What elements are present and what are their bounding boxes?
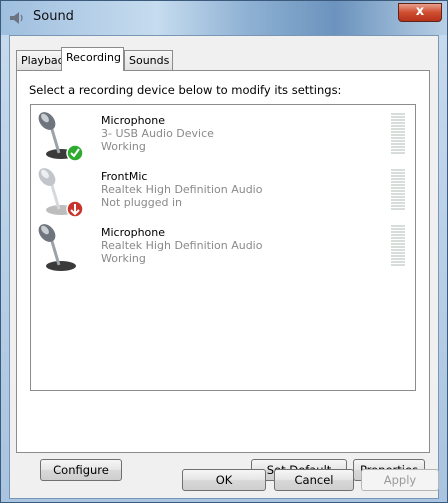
- recording-tab-panel: Select a recording device below to modif…: [16, 70, 430, 481]
- cancel-button[interactable]: Cancel: [274, 469, 354, 491]
- dialog-body: Playback Recording Sounds Select a recor…: [9, 35, 439, 499]
- device-item-realtek-microphone[interactable]: Microphone Realtek High Definition Audio…: [31, 221, 415, 279]
- microphone-icon: [38, 168, 84, 218]
- level-meter: [391, 169, 405, 213]
- device-description: Realtek High Definition Audio: [101, 239, 263, 252]
- device-status: Working: [101, 140, 146, 153]
- device-description: Realtek High Definition Audio: [101, 183, 263, 196]
- device-name: Microphone: [101, 226, 166, 239]
- device-status: Not plugged in: [101, 196, 183, 209]
- tab-playback[interactable]: Playback: [16, 50, 70, 70]
- device-description: 3- USB Audio Device: [101, 127, 214, 140]
- microphone-icon: [38, 112, 84, 162]
- close-button[interactable]: x: [398, 3, 442, 22]
- configure-button[interactable]: Configure: [40, 459, 122, 481]
- sound-dialog: Sound x Playback Recording Sounds Select…: [0, 0, 448, 503]
- apply-button[interactable]: Apply: [361, 469, 439, 491]
- device-name: Microphone: [101, 114, 166, 127]
- device-list: Microphone 3- USB Audio Device Working F…: [30, 104, 416, 391]
- device-status: Working: [101, 252, 146, 265]
- level-meter: [391, 113, 405, 157]
- instruction-text: Select a recording device below to modif…: [29, 83, 342, 97]
- title-bar[interactable]: Sound x: [1, 1, 447, 35]
- device-name: FrontMic: [101, 170, 148, 183]
- ok-button[interactable]: OK: [182, 469, 266, 491]
- device-item-frontmic[interactable]: FrontMic Realtek High Definition Audio N…: [31, 165, 415, 223]
- speaker-icon: [10, 12, 23, 24]
- microphone-icon: [38, 224, 76, 271]
- tab-recording[interactable]: Recording: [61, 47, 124, 71]
- window-title: Sound: [33, 9, 74, 24]
- device-item-usb-microphone[interactable]: Microphone 3- USB Audio Device Working: [31, 109, 415, 167]
- level-meter: [391, 225, 405, 269]
- tab-sounds[interactable]: Sounds: [124, 50, 173, 70]
